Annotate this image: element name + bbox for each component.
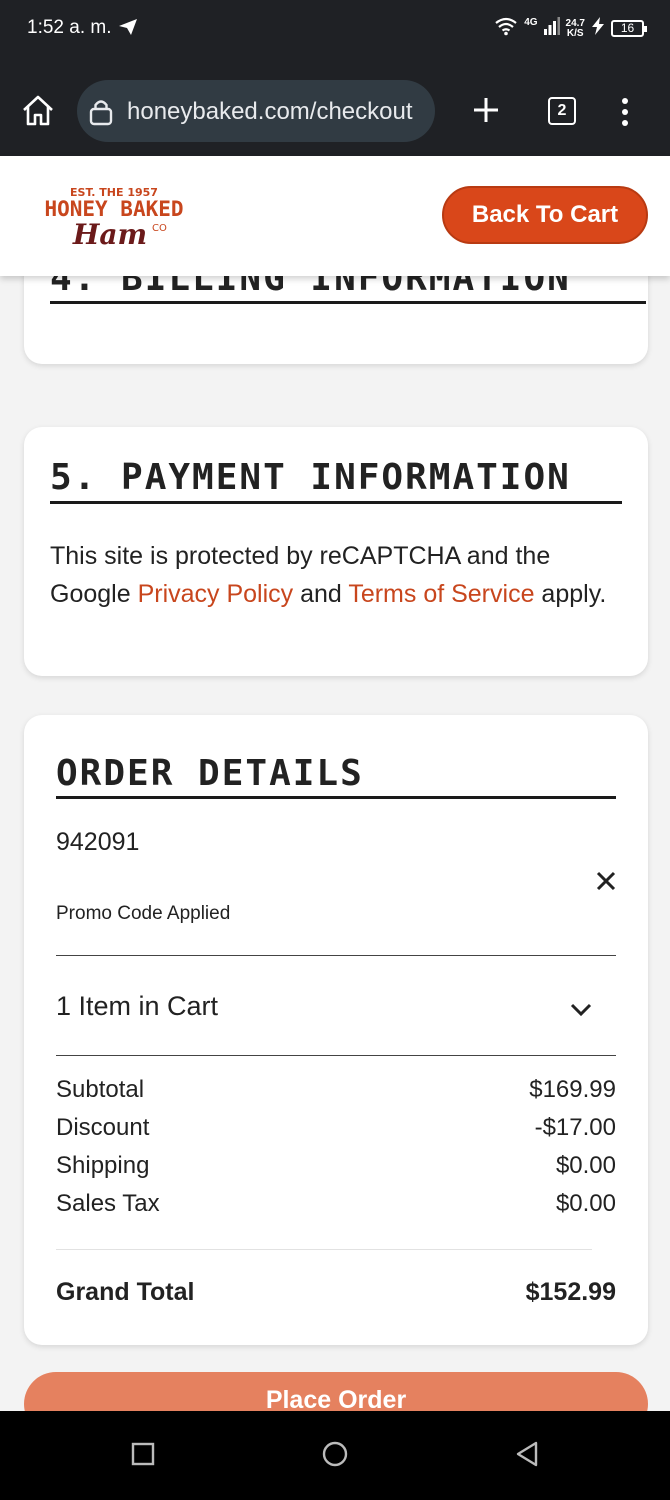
discount-label: Discount — [56, 1114, 150, 1141]
new-tab-icon[interactable] — [472, 96, 500, 124]
network-type: 4G — [524, 17, 538, 28]
remove-promo-icon[interactable] — [594, 869, 618, 893]
divider — [56, 1055, 616, 1056]
checkout-screen: 1:52 a. m. 4G 24.7 K/S 16 honeybaked.com… — [0, 0, 670, 1500]
speed-unit: K/S — [566, 27, 584, 39]
battery-icon: 16 — [611, 20, 647, 37]
items-in-cart-toggle[interactable]: 1 Item in Cart — [56, 991, 218, 1022]
recents-icon[interactable] — [130, 1441, 156, 1467]
recaptcha-notice: This site is protected by reCAPTCHA and … — [50, 537, 630, 613]
back-to-cart-button[interactable]: Back To Cart — [442, 186, 648, 244]
telegram-icon — [118, 17, 138, 42]
grand-total-label: Grand Total — [56, 1278, 195, 1306]
terms-of-service-link[interactable]: Terms of Service — [348, 580, 534, 608]
shipping-value: $0.00 — [555, 1152, 616, 1179]
billing-title-rule — [50, 301, 646, 304]
grand-total-value: $152.99 — [525, 1278, 616, 1306]
subtotal-value: $169.99 — [529, 1076, 616, 1103]
recaptcha-text-3: apply. — [534, 580, 607, 608]
privacy-policy-link[interactable]: Privacy Policy — [138, 580, 294, 608]
payment-title-rule — [50, 501, 622, 504]
system-navigation-bar — [0, 1411, 670, 1500]
more-menu-icon[interactable] — [618, 96, 632, 128]
back-nav-icon[interactable] — [514, 1441, 540, 1467]
order-details-card: ORDER DETAILS 942091 Promo Code Applied … — [24, 715, 648, 1345]
sales-tax-label: Sales Tax — [56, 1190, 160, 1217]
status-time: 1:52 a. m. — [27, 17, 112, 38]
total-divider — [56, 1249, 592, 1250]
divider — [56, 955, 616, 956]
lock-icon — [89, 98, 113, 131]
address-bar[interactable]: honeybaked.com/checkout — [77, 80, 435, 142]
order-details-title: ORDER DETAILS — [56, 753, 364, 794]
payment-title: 5. PAYMENT INFORMATION — [50, 457, 571, 498]
promo-code-value: 942091 — [56, 828, 140, 856]
shipping-label: Shipping — [56, 1152, 150, 1179]
promo-applied-label: Promo Code Applied — [56, 903, 231, 924]
charging-icon — [591, 17, 605, 40]
logo-script-text: Ham — [72, 218, 147, 251]
home-icon[interactable] — [20, 93, 56, 129]
recaptcha-text-2: and — [293, 580, 349, 608]
status-bar: 1:52 a. m. 4G 24.7 K/S 16 — [0, 0, 670, 60]
honeybaked-logo[interactable]: EST. THE 1957 HONEY BAKED Ham CO — [38, 184, 190, 252]
sales-tax-value: $0.00 — [555, 1190, 616, 1217]
subtotal-label: Subtotal — [56, 1076, 145, 1103]
site-header: EST. THE 1957 HONEY BAKED Ham CO Back To… — [0, 156, 670, 276]
home-nav-icon[interactable] — [322, 1441, 348, 1467]
discount-value: -$17.00 — [534, 1114, 616, 1141]
signal-icon — [543, 17, 560, 40]
url-text: honeybaked.com/checkout — [127, 98, 413, 125]
payment-information-card: 5. PAYMENT INFORMATION This site is prot… — [24, 427, 648, 676]
data-speed: 24.7 K/S — [566, 18, 585, 39]
order-details-rule — [56, 796, 616, 799]
wifi-icon — [494, 16, 518, 41]
browser-toolbar: honeybaked.com/checkout 2 — [0, 60, 670, 156]
chevron-down-icon[interactable] — [569, 1002, 593, 1018]
tab-switcher-button[interactable]: 2 — [548, 97, 576, 125]
logo-co-text: CO — [152, 223, 167, 234]
status-icons: 4G 24.7 K/S 16 — [494, 16, 647, 41]
